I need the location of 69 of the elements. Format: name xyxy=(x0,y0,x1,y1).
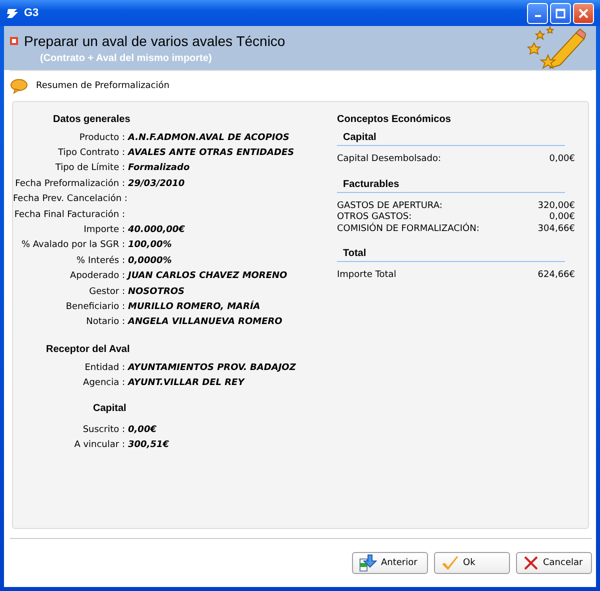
back-button[interactable]: Anterior xyxy=(352,552,428,574)
item-label: GASTOS DE APERTURA: xyxy=(337,200,442,212)
field-value: MURILLO ROMERO, MARÍA xyxy=(128,302,260,312)
field-value: AVALES ANTE OTRAS ENTIDADES xyxy=(128,148,294,158)
window-title: G3 xyxy=(24,7,39,19)
field-value: ANGELA VILLANUEVA ROMERO xyxy=(128,317,282,328)
field-value: A.N.F.ADMON.AVAL DE ACOPIOS xyxy=(128,132,290,143)
field-value: 0,0000% xyxy=(128,256,172,266)
field-label: % Interés : xyxy=(76,256,125,266)
field-label: Entidad : xyxy=(84,362,125,373)
cross-icon xyxy=(523,555,539,571)
ok-button[interactable]: Ok xyxy=(434,552,510,574)
item-value: 624,66€ xyxy=(538,270,575,282)
field-label: Apoderado : xyxy=(69,271,125,282)
field-value: NOSOTROS xyxy=(128,286,185,297)
item-value: 0,00€ xyxy=(549,154,575,166)
minimize-icon xyxy=(534,15,540,17)
item-label: Capital Desembolsado: xyxy=(337,154,442,166)
field-label: Notario : xyxy=(85,317,125,328)
item-label: Importe Total xyxy=(337,270,396,282)
field-value: 29/03/2010 xyxy=(128,178,185,189)
field-label: Tipo Contrato : xyxy=(57,148,125,158)
minimize-button[interactable] xyxy=(527,2,548,24)
field-value: Formalizado xyxy=(128,163,190,174)
header-title: Preparar un aval de varios avales Técnico xyxy=(24,32,286,48)
close-icon xyxy=(578,8,589,18)
bullet-icon xyxy=(10,36,18,44)
item-value: 320,00€ xyxy=(538,200,575,212)
app-logo-icon xyxy=(6,7,20,19)
field-label: Agencia : xyxy=(82,378,125,388)
group-heading: Capital xyxy=(337,129,565,146)
field-label: Producto : xyxy=(78,132,125,143)
field-value: 40.000,00€ xyxy=(128,225,185,236)
field-value: JUAN CARLOS CHAVEZ MORENO xyxy=(128,271,288,282)
field-label: Fecha Final Facturación : xyxy=(13,210,125,220)
field-value: AYUNTAMIENTOS PROV. BADAJOZ xyxy=(128,362,296,373)
field-label: Fecha Prev. Cancelación : xyxy=(13,194,125,204)
section-label: Resumen de Preformalización xyxy=(36,81,170,91)
stars-pencil-icon xyxy=(524,25,586,71)
field-value: 0,00€ xyxy=(128,424,156,435)
field-label: A vincular : xyxy=(73,440,125,450)
item-label: OTROS GASTOS: xyxy=(337,212,412,222)
field-label: Beneficiario : xyxy=(64,302,125,312)
section-heading: Capital xyxy=(92,402,128,414)
field-value: 100,00% xyxy=(128,240,172,250)
section-heading: Receptor del Aval xyxy=(45,344,131,356)
field-label: Gestor : xyxy=(88,286,125,297)
field-value: AYUNT.VILLAR DEL REY xyxy=(128,378,244,388)
group-heading: Facturables xyxy=(337,176,565,192)
field-label: Fecha Preformalización : xyxy=(14,178,125,189)
group-heading: Total xyxy=(337,245,565,262)
cancel-button[interactable]: Cancelar xyxy=(516,552,592,574)
item-value: 304,66€ xyxy=(538,224,575,235)
arrow-list-icon xyxy=(359,554,377,572)
maximize-icon xyxy=(555,8,566,18)
item-label: COMISIÓN DE FORMALIZACIÓN: xyxy=(337,224,480,235)
maximize-button[interactable] xyxy=(550,2,571,24)
checkmark-icon xyxy=(441,555,459,571)
field-value: 300,51€ xyxy=(128,440,169,450)
item-value: 0,00€ xyxy=(549,212,575,224)
close-button[interactable] xyxy=(573,2,594,24)
field-label: Tipo de Límite : xyxy=(54,163,125,174)
field-label: Importe : xyxy=(82,225,125,236)
field-label: % Avalado por la SGR : xyxy=(20,240,125,250)
header-subtitle: (Contrato + Aval del mismo importe) xyxy=(39,52,213,64)
field-label: Suscrito : xyxy=(82,424,125,435)
speech-bubble-icon xyxy=(10,78,28,94)
section-heading: Datos generales xyxy=(52,114,132,125)
section-heading: Conceptos Económicos xyxy=(337,114,452,125)
